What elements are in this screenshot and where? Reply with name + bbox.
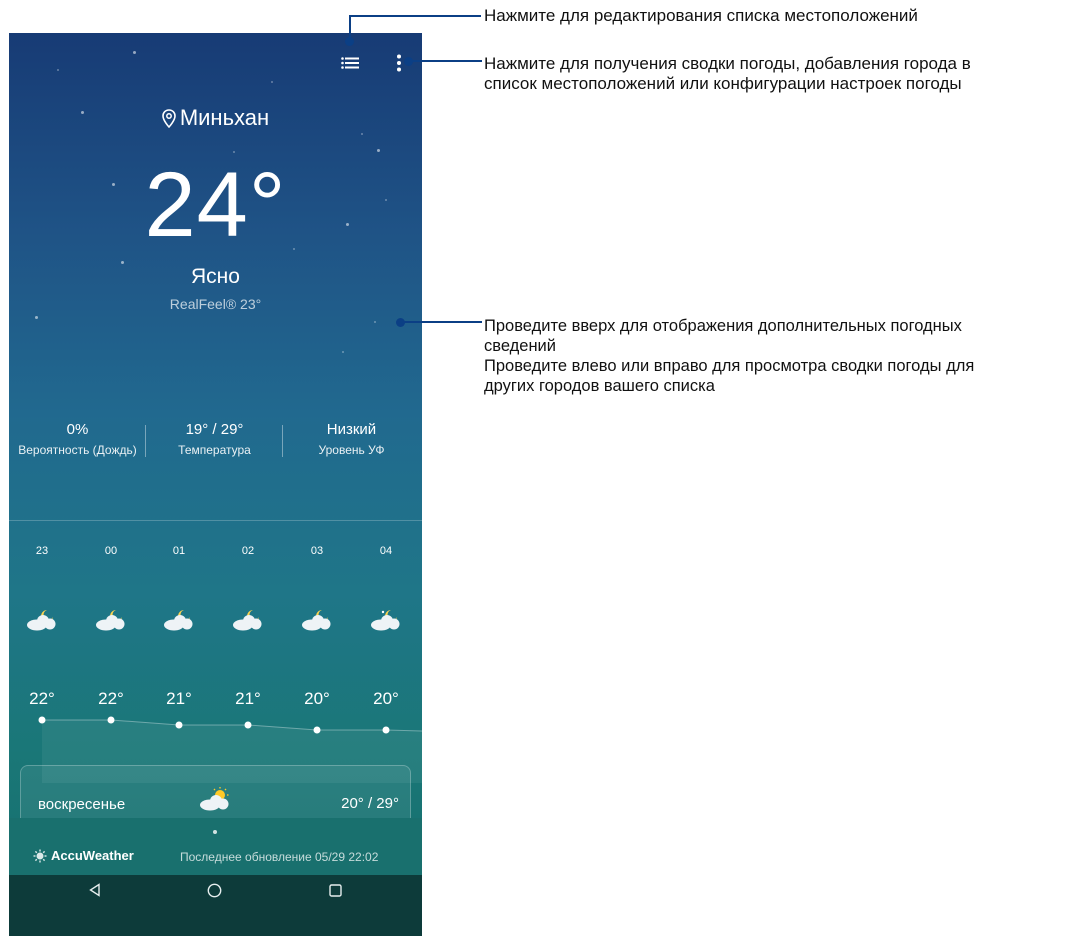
- callout-swipe: Проведите вверх для отображения дополнит…: [484, 316, 974, 396]
- system-navigation-bar: [9, 875, 422, 936]
- callout-line: [400, 321, 482, 323]
- partly-cloudy-night-icon: [96, 610, 125, 631]
- star: [271, 81, 273, 83]
- day-temperature-range: 20° / 29°: [341, 795, 399, 812]
- uv-index-label: Уровень УФ: [318, 443, 385, 457]
- uv-index-value: Низкий: [326, 421, 377, 438]
- hour-label: 03: [310, 545, 324, 557]
- callout-swipe-line: Проведите вверх для отображения дополнит…: [484, 317, 962, 335]
- star: [374, 321, 376, 323]
- star: [121, 261, 124, 264]
- temperature-range-label: Температура: [178, 443, 251, 457]
- star: [361, 133, 363, 135]
- brand-name: AccuWeather: [51, 848, 134, 863]
- rain-probability-label: Вероятность (Дождь): [18, 443, 137, 457]
- divider: [9, 520, 422, 521]
- star: [35, 316, 38, 319]
- home-icon: [207, 883, 221, 897]
- star: [57, 69, 59, 71]
- recents-button[interactable]: [325, 880, 345, 900]
- footer-bar: [9, 818, 422, 875]
- graph-point: [107, 716, 115, 724]
- back-icon: [89, 883, 100, 897]
- callout-swipe-line: Проведите влево или вправо для просмотра…: [484, 357, 975, 375]
- callout-line: [349, 15, 481, 17]
- current-temperature: 24°: [144, 154, 287, 256]
- graph-point: [175, 721, 183, 729]
- realfeel-temperature: RealFeel® 23°: [169, 296, 262, 312]
- hour-label: 00: [104, 545, 118, 557]
- star: [233, 151, 235, 153]
- recents-icon: [328, 883, 342, 897]
- location-name[interactable]: Миньхан: [9, 105, 422, 131]
- partly-cloudy-night-icon: [27, 610, 56, 631]
- location-label: Миньхан: [179, 105, 270, 130]
- rain-probability-value: 0%: [66, 421, 89, 438]
- partly-cloudy-night-icon: [233, 610, 262, 631]
- hour-label: 01: [172, 545, 186, 557]
- callout-swipe-line: сведений: [484, 337, 556, 355]
- hour-label: 23: [35, 545, 49, 557]
- callout-swipe-line: других городов вашего списка: [484, 377, 715, 395]
- callout-line: [349, 15, 351, 39]
- weather-stats: 0% Вероятность (Дождь) 19° / 29° Темпера…: [9, 421, 422, 461]
- callout-edit-list: Нажмите для редактирования списка местоп…: [484, 6, 918, 25]
- weather-condition: Ясно: [191, 265, 240, 288]
- graph-point: [244, 721, 252, 729]
- hour-label: 04: [379, 545, 393, 557]
- partly-cloudy-night-icon: [371, 610, 400, 631]
- list-icon: [341, 57, 359, 69]
- last-updated-text: Последнее обновление 05/29 22:02: [180, 850, 379, 864]
- callout-line: [408, 60, 482, 62]
- partly-cloudy-day-icon: [200, 787, 229, 811]
- day-name: воскресенье: [38, 796, 126, 813]
- back-button[interactable]: [85, 880, 105, 900]
- graph-point: [38, 716, 46, 724]
- callout-menu: Нажмите для получения сводки погоды, доб…: [484, 54, 971, 94]
- graph-point: [313, 726, 321, 734]
- partly-cloudy-night-icon: [302, 610, 331, 631]
- home-button[interactable]: [204, 880, 224, 900]
- callout-menu-line: Нажмите для получения сводки погоды, доб…: [484, 54, 971, 73]
- accuweather-logo[interactable]: AccuWeather: [33, 848, 134, 863]
- page-indicator-dot: [213, 830, 217, 834]
- callout-menu-line: список местоположений или конфигурации н…: [484, 74, 962, 93]
- uv-index: Низкий Уровень УФ: [283, 421, 420, 457]
- temperature-range-value: 19° / 29°: [185, 421, 244, 438]
- weather-app-screen[interactable]: Миньхан 24° Ясно RealFeel® 23° 0% Вероят…: [9, 33, 422, 936]
- sun-logo-icon: [33, 849, 47, 862]
- edit-locations-button[interactable]: [339, 53, 361, 73]
- star: [377, 149, 380, 152]
- partly-cloudy-night-icon: [164, 610, 193, 631]
- more-vertical-icon: [397, 54, 401, 72]
- temperature-range: 19° / 29° Температура: [146, 421, 283, 457]
- graph-point: [382, 726, 390, 734]
- star: [133, 51, 136, 54]
- rain-probability: 0% Вероятность (Дождь): [9, 421, 146, 457]
- hour-label: 02: [241, 545, 255, 557]
- star: [342, 351, 344, 353]
- location-pin-icon: [162, 109, 176, 128]
